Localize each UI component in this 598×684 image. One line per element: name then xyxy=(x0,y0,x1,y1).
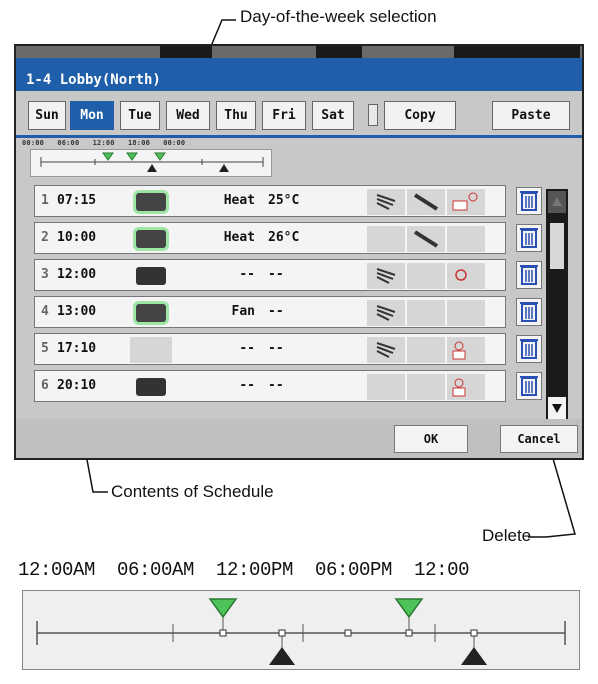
scroll-thumb[interactable] xyxy=(550,223,564,269)
row-number: 6 xyxy=(41,378,49,393)
empty-setting-cell xyxy=(367,374,405,400)
unit-on-icon xyxy=(130,226,172,252)
day-sat-button[interactable]: Sat xyxy=(312,101,354,130)
day-sun-button[interactable]: Sun xyxy=(28,101,66,130)
row-number: 3 xyxy=(41,267,49,282)
empty-setting-cell xyxy=(367,226,405,252)
row-number: 5 xyxy=(41,341,49,356)
delete-button[interactable] xyxy=(516,372,542,400)
ok-button[interactable]: OK xyxy=(394,425,468,453)
row-temp: -- xyxy=(268,304,284,319)
lock-icon xyxy=(447,189,485,215)
window-top-strip xyxy=(16,46,582,58)
row-number: 1 xyxy=(41,193,49,208)
delete-button[interactable] xyxy=(516,261,542,289)
unit-blank-icon xyxy=(130,337,172,363)
schedule-window: 1-4 Lobby(North) Sun Mon Tue Wed Thu Fri… xyxy=(14,44,584,460)
row-number: 2 xyxy=(41,230,49,245)
row-time: 20:10 xyxy=(57,378,97,393)
timeline-labels: 12:00AM 06:00AM 12:00PM 06:00PM 12:00 xyxy=(18,559,470,581)
unit-on-icon xyxy=(130,300,172,326)
empty-setting-cell xyxy=(407,337,445,363)
empty-setting-cell xyxy=(447,226,485,252)
empty-setting-cell xyxy=(407,374,445,400)
copy-button[interactable]: Copy xyxy=(384,101,456,130)
empty-setting-cell xyxy=(407,300,445,326)
delete-button[interactable] xyxy=(516,187,542,215)
schedule-row-2[interactable]: 2 10:00 Heat 26°C xyxy=(34,222,506,254)
trash-icon xyxy=(520,339,538,359)
power-lock-icon xyxy=(447,374,485,400)
day-wed-button[interactable]: Wed xyxy=(166,101,210,130)
schedule-row-1[interactable]: 1 07:15 Heat 25°C xyxy=(34,185,506,217)
schedule-row-4[interactable]: 4 13:00 Fan -- xyxy=(34,296,506,328)
fan-speed-icon xyxy=(367,337,405,363)
row-temp: -- xyxy=(268,378,284,393)
trash-icon xyxy=(520,302,538,322)
schedule-scrollbar[interactable] xyxy=(546,189,568,421)
day-tue-button[interactable]: Tue xyxy=(120,101,160,130)
row-mode: -- xyxy=(239,341,255,356)
unit-off-icon xyxy=(130,263,172,289)
delete-button[interactable] xyxy=(516,224,542,252)
power-icon xyxy=(447,263,485,289)
trash-icon xyxy=(520,265,538,285)
header-divider xyxy=(16,135,582,138)
day-mon-button[interactable]: Mon xyxy=(70,101,114,130)
row-number: 4 xyxy=(41,304,49,319)
row-mode: -- xyxy=(239,378,255,393)
row-time: 13:00 xyxy=(57,304,97,319)
day-fri-button[interactable]: Fri xyxy=(262,101,306,130)
row-temp: 26°C xyxy=(268,230,300,245)
scroll-up-button[interactable] xyxy=(548,191,566,213)
timeline-enlarged xyxy=(22,590,580,670)
footer-bar: OK Cancel xyxy=(16,419,582,458)
fan-speed-icon xyxy=(367,263,405,289)
fan-speed-icon xyxy=(367,300,405,326)
row-temp: -- xyxy=(268,341,284,356)
mini-timeline xyxy=(30,149,272,177)
row-mode: -- xyxy=(239,267,255,282)
row-time: 12:00 xyxy=(57,267,97,282)
copy-indicator xyxy=(368,104,378,126)
power-lock-icon xyxy=(447,337,485,363)
trash-icon xyxy=(520,191,538,211)
day-thu-button[interactable]: Thu xyxy=(216,101,256,130)
triangle-down-icon xyxy=(552,404,562,413)
vane-icon xyxy=(407,226,445,252)
triangle-up-icon xyxy=(552,197,562,206)
row-time: 10:00 xyxy=(57,230,97,245)
delete-button[interactable] xyxy=(516,335,542,363)
row-mode: Heat xyxy=(223,230,255,245)
schedule-row-5[interactable]: 5 17:10 -- -- xyxy=(34,333,506,365)
mini-timeline-graphic xyxy=(40,152,264,172)
row-time: 17:10 xyxy=(57,341,97,356)
row-temp: 25°C xyxy=(268,193,300,208)
row-mode: Heat xyxy=(223,193,255,208)
cancel-button[interactable]: Cancel xyxy=(500,425,578,453)
unit-on-icon xyxy=(130,189,172,215)
mini-timeline-labels: 00:00 06:00 12:00 18:00 00:00 xyxy=(22,139,186,147)
schedule-panel: Sun Mon Tue Wed Thu Fri Sat Copy Paste 0… xyxy=(16,91,582,458)
day-selector: Sun Mon Tue Wed Thu Fri Sat Copy Paste xyxy=(16,93,582,135)
window-title: 1-4 Lobby(North) xyxy=(16,58,582,91)
empty-setting-cell xyxy=(447,300,485,326)
schedule-row-6[interactable]: 6 20:10 -- -- xyxy=(34,370,506,402)
row-time: 07:15 xyxy=(57,193,97,208)
paste-button[interactable]: Paste xyxy=(492,101,570,130)
row-temp: -- xyxy=(268,267,284,282)
fan-speed-icon xyxy=(367,189,405,215)
delete-button[interactable] xyxy=(516,298,542,326)
row-mode: Fan xyxy=(231,304,255,319)
empty-setting-cell xyxy=(407,263,445,289)
schedule-row-3[interactable]: 3 12:00 -- -- xyxy=(34,259,506,291)
trash-icon xyxy=(520,376,538,396)
scroll-down-button[interactable] xyxy=(548,397,566,419)
trash-icon xyxy=(520,228,538,248)
unit-off-icon xyxy=(130,374,172,400)
timeline-graphic xyxy=(36,598,566,665)
vane-icon xyxy=(407,189,445,215)
